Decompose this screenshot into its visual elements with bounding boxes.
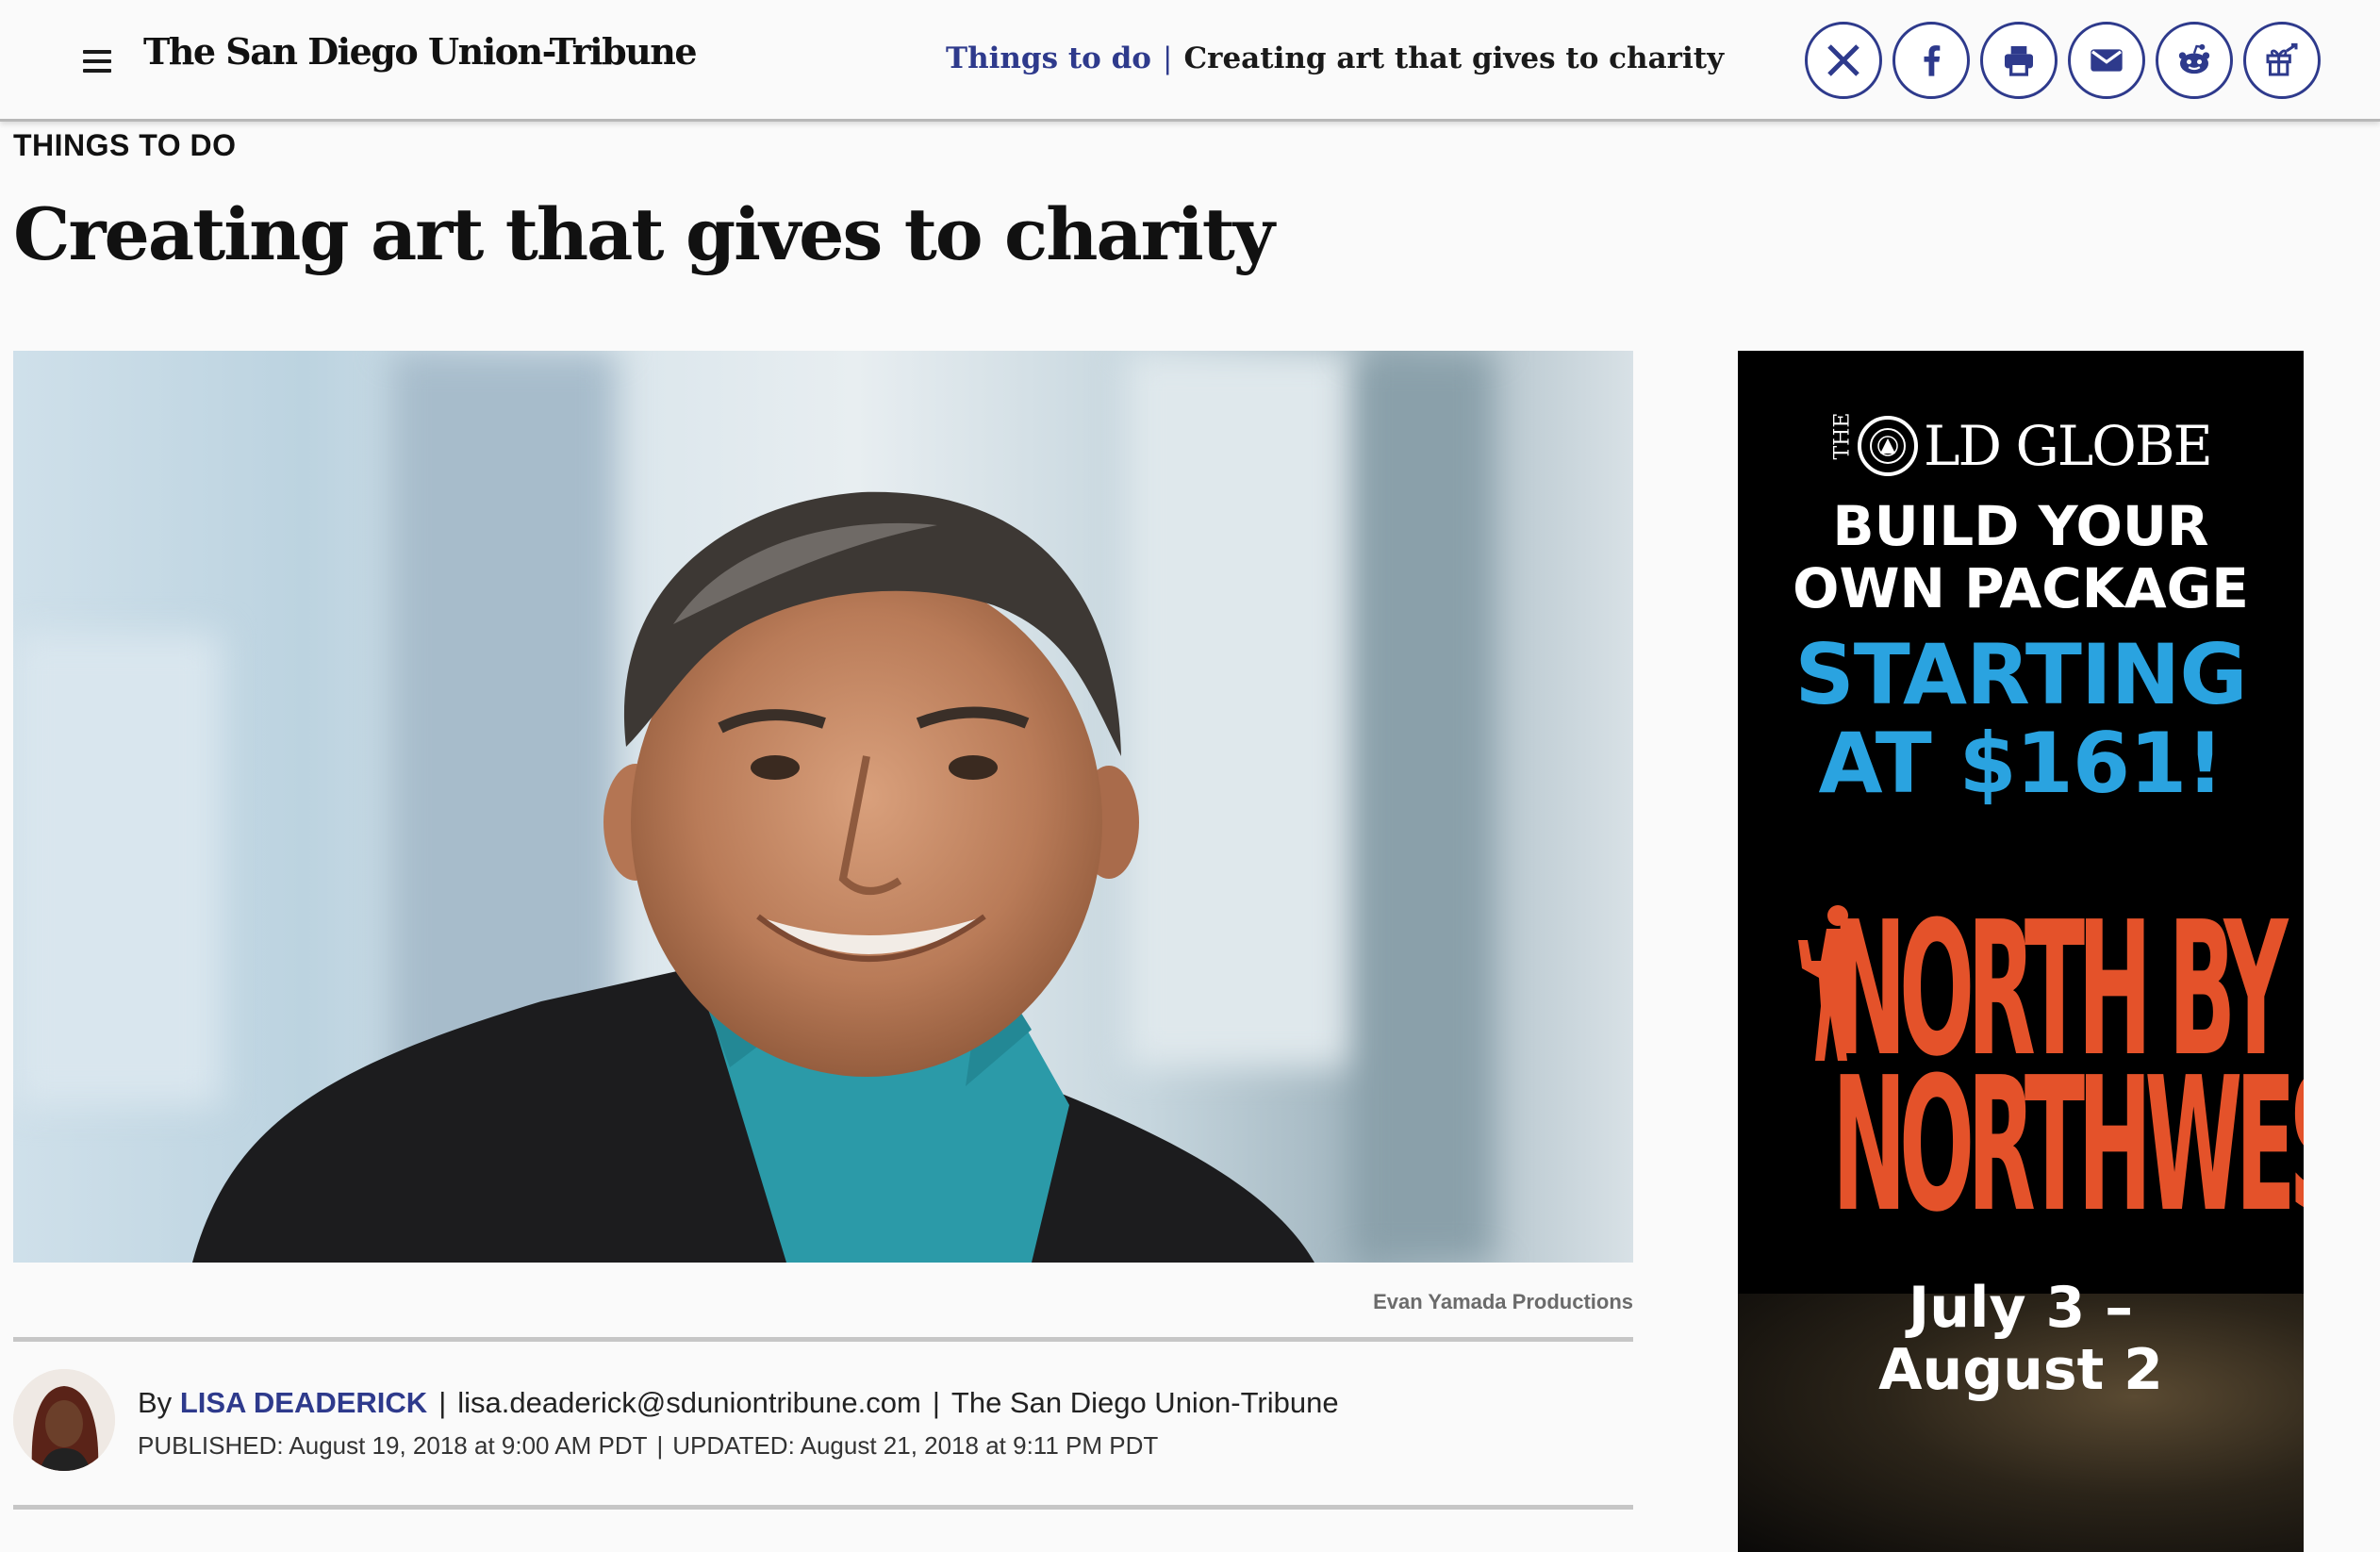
article-headline: Creating art that gives to charity (13, 192, 1275, 276)
author-name-link[interactable]: LISA DEADERICK (180, 1386, 427, 1419)
ad-line-price: AT $161! (1818, 715, 2224, 812)
ad-brand-name: LD GLOBE (1924, 414, 2213, 478)
author-email-link[interactable]: lisa.deaderick@sduniontribune.com (457, 1386, 921, 1419)
share-email-button[interactable] (2068, 22, 2145, 99)
photo-credit: Evan Yamada Productions (1373, 1290, 1633, 1313)
ad-show-title-2: NORTHWEST (1832, 1038, 2304, 1253)
breadcrumb-article-title: Creating art that gives to charity (1183, 41, 1725, 75)
site-logo[interactable]: The San Diego Union-Tribune (143, 30, 698, 73)
updated-date: UPDATED: August 21, 2018 at 9:11 PM PDT (672, 1431, 1159, 1460)
advertisement-old-globe[interactable]: THE LD GLOBE BUILD YOUR OWN PACKAGE STAR… (1738, 351, 2304, 1552)
byline: By LISA DEADERICK | lisa.deaderick@sdunion… (138, 1386, 1339, 1420)
gift-icon (2266, 42, 2298, 76)
ad-line-starting: STARTING (1794, 626, 2247, 723)
author-portrait (13, 1369, 115, 1471)
portrait-illustration (192, 491, 1314, 1263)
published-date: PUBLISHED: August 19, 2018 at 9:00 AM PD… (138, 1431, 648, 1460)
ad-line-build: BUILD YOUR (1832, 494, 2209, 558)
breadcrumb-section-link[interactable]: Things to do (946, 41, 1151, 75)
byline-separator: | (932, 1386, 940, 1419)
publication-name: The San Diego Union-Tribune (950, 1386, 1339, 1419)
ad-brand: THE LD GLOBE (1829, 407, 2213, 485)
divider (13, 1337, 1633, 1342)
share-gift-button[interactable] (2243, 22, 2321, 99)
article-dates: PUBLISHED: August 19, 2018 at 9:00 AM PD… (138, 1431, 1158, 1461)
ad-date-start: July 3 – (1908, 1275, 2134, 1341)
email-icon (2091, 49, 2123, 72)
print-icon (2005, 46, 2033, 76)
share-facebook-button[interactable] (1892, 22, 1970, 99)
divider (13, 1505, 1633, 1510)
menu-icon[interactable] (83, 50, 111, 73)
reddit-icon (2178, 43, 2210, 74)
ad-brand-prefix: THE (1830, 412, 1855, 459)
byline-prefix: By (138, 1386, 173, 1419)
section-kicker-link[interactable]: THINGS TO DO (13, 128, 237, 163)
x-icon (1827, 44, 1859, 76)
byline-separator: | (438, 1386, 447, 1419)
ad-date-end: August 2 (1878, 1337, 2163, 1403)
article-hero-photo[interactable] (13, 351, 1633, 1263)
author-avatar[interactable] (13, 1369, 115, 1471)
share-x-button[interactable] (1805, 22, 1882, 99)
share-print-button[interactable] (1980, 22, 2058, 99)
share-reddit-button[interactable] (2156, 22, 2233, 99)
top-navigation-bar: The San Diego Union-Tribune Things to do… (0, 0, 2380, 122)
breadcrumb-separator: | (1162, 41, 1173, 75)
globe-icon (1858, 416, 1918, 476)
dates-separator: | (656, 1431, 664, 1460)
breadcrumb: Things to do | Creating art that gives to … (946, 41, 1724, 75)
facebook-icon (1924, 45, 1941, 76)
ad-line-package: OWN PACKAGE (1793, 556, 2249, 620)
